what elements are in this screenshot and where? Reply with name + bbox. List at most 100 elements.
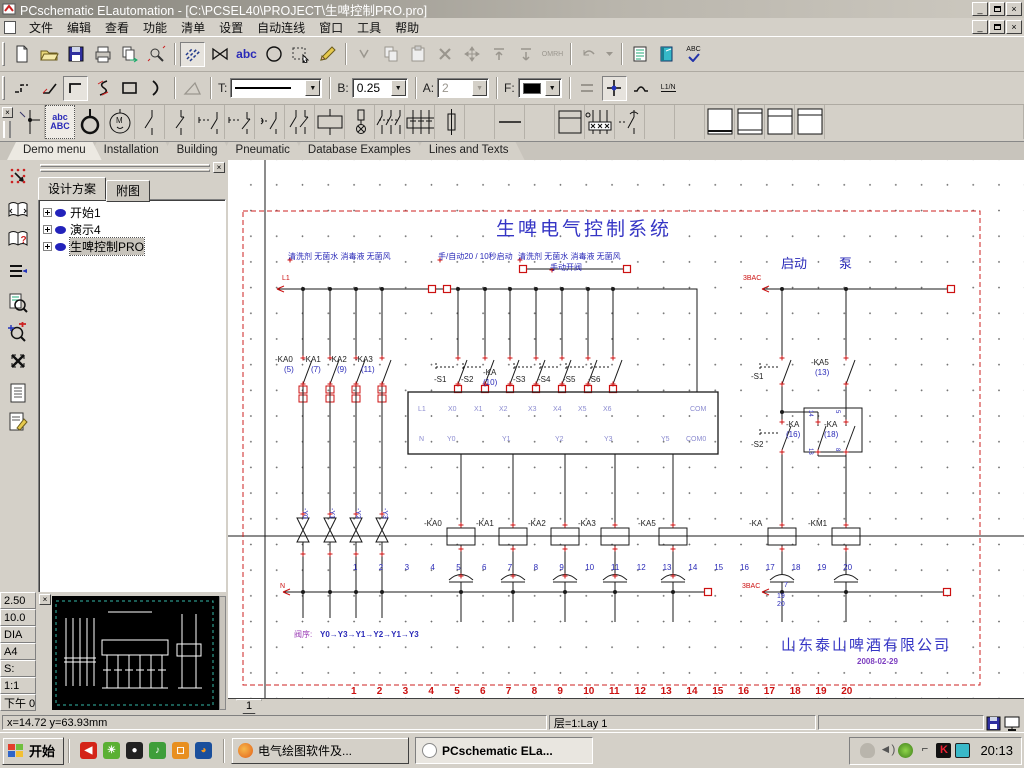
symbol-contact-dashed-nc[interactable] (225, 105, 255, 139)
transfer-up-button[interactable] (486, 41, 511, 67)
media-player-icon[interactable]: ☀ (103, 742, 121, 759)
polyline-tool[interactable] (9, 75, 34, 101)
pan-view-icon[interactable] (4, 348, 32, 374)
tree-row[interactable]: 演示4 (41, 221, 223, 238)
color-dropdown[interactable]: ▼ (544, 80, 560, 96)
symbol-box-double-rule[interactable] (735, 105, 765, 139)
symbol-line[interactable] (495, 105, 525, 139)
line-type-dropdown[interactable]: ▼ (305, 80, 321, 96)
symbol-tab-lines-and-texts[interactable]: Lines and Texts (413, 142, 525, 160)
symbol-slot-empty-4[interactable] (675, 105, 705, 139)
symbol-terminal-block[interactable] (405, 105, 435, 139)
undo-button[interactable] (576, 41, 601, 67)
symbol-tab-installation[interactable]: Installation (88, 142, 175, 160)
symbol-motor[interactable]: M (105, 105, 135, 139)
explorer-tab[interactable]: 设计方案 (38, 177, 107, 200)
insert-point-button[interactable] (351, 41, 376, 67)
setting-cell-1[interactable]: 10.0 (0, 609, 36, 626)
angle-line-tool[interactable] (36, 75, 61, 101)
menu-list-icon[interactable] (4, 258, 32, 284)
symbol-contact-double[interactable] (285, 105, 315, 139)
symbol-slot-empty-3[interactable] (645, 105, 675, 139)
menu-7[interactable]: 窗口 (312, 18, 350, 37)
symbol-tab-pneumatic[interactable]: Pneumatic (220, 142, 306, 160)
tree-row[interactable]: 生啤控制PRO (41, 237, 223, 256)
edit-notes-icon[interactable] (4, 409, 32, 435)
zoom-select-icon[interactable] (4, 319, 32, 345)
angle-select[interactable]: 2 ▼ (437, 78, 490, 98)
preview-close-icon[interactable]: × (39, 594, 51, 605)
explorer-close-icon[interactable]: × (213, 162, 225, 173)
mouse-tray-icon[interactable] (860, 743, 876, 758)
line-width-dropdown[interactable]: ▼ (390, 80, 406, 96)
page-preview[interactable] (52, 596, 220, 710)
thunder-icon[interactable]: ◀ (80, 742, 98, 759)
setting-cell-3[interactable]: A4 (0, 643, 36, 660)
move-button[interactable] (459, 41, 484, 67)
toolbar-grip2[interactable] (2, 76, 5, 100)
palette-close-icon[interactable]: × (2, 107, 13, 118)
symbol-break-contact[interactable] (165, 105, 195, 139)
menu-0[interactable]: 文件 (22, 18, 60, 37)
wire-hop-button[interactable] (628, 75, 654, 101)
symbol-contactor[interactable] (585, 105, 615, 139)
notes-page-icon[interactable] (4, 380, 32, 406)
lines-mode-button[interactable] (180, 41, 205, 67)
firefox-icon[interactable]: ◕ (195, 742, 213, 759)
delete-button[interactable] (432, 41, 457, 67)
setting-cell-4[interactable]: S: (0, 660, 36, 677)
new-document-button[interactable] (9, 41, 34, 67)
rectangle-tool[interactable] (117, 75, 142, 101)
tree-item-label[interactable]: 演示4 (70, 221, 101, 238)
point-grid-icon[interactable] (4, 163, 32, 189)
symbol-relay-coil[interactable] (315, 105, 345, 139)
symbol-slot-empty-2[interactable] (525, 105, 555, 139)
symbol-lamp[interactable] (75, 105, 105, 139)
preview-scrollbar[interactable] (219, 596, 226, 710)
edit-pencil-button[interactable] (315, 41, 340, 67)
text-mode-button[interactable]: abc (234, 41, 259, 67)
symbol-tab-demo-menu[interactable]: Demo menu (7, 142, 102, 160)
paste-button[interactable] (405, 41, 430, 67)
help-book-icon[interactable]: ? (4, 226, 32, 252)
find-symbol-button[interactable] (144, 41, 169, 67)
right-angle-tool[interactable] (63, 75, 88, 101)
setting-cell-6[interactable]: 下午 0 (0, 694, 36, 711)
explorer-tab[interactable]: 附图 (106, 180, 151, 202)
close-button[interactable]: × (1006, 2, 1022, 16)
menu-3[interactable]: 功能 (136, 18, 174, 37)
expand-icon[interactable] (43, 208, 52, 217)
menu-1[interactable]: 编辑 (60, 18, 98, 37)
volume-icon[interactable]: ◄) (879, 743, 895, 758)
tree-row[interactable]: 开始1 (41, 204, 223, 221)
setting-cell-2[interactable]: DIA (0, 626, 36, 643)
menu-9[interactable]: 帮助 (388, 18, 426, 37)
mdi-minimize-button[interactable]: _ (972, 20, 988, 34)
symbol-signal-lamp[interactable] (345, 105, 375, 139)
restore-button[interactable] (989, 2, 1005, 16)
spell-check-button[interactable]: ABC (681, 41, 706, 67)
angle-dropdown[interactable]: ▼ (472, 80, 488, 96)
symbol-text-abc[interactable]: abc ABC (45, 105, 75, 139)
symbol-fuse[interactable] (435, 105, 465, 139)
color-select[interactable]: ▼ (517, 78, 562, 98)
app-icon[interactable] (2, 2, 16, 16)
symbol-make-contact[interactable] (135, 105, 165, 139)
page-browse-icon[interactable] (4, 197, 32, 223)
menu-8[interactable]: 工具 (350, 18, 388, 37)
expand-icon[interactable] (43, 242, 52, 251)
start-button[interactable]: 开始 (2, 736, 65, 765)
page-export-button[interactable] (117, 41, 142, 67)
panel-handle[interactable] (40, 164, 210, 167)
curve-tool[interactable] (90, 75, 115, 101)
symbol-tab-database-examples[interactable]: Database Examples (292, 142, 427, 160)
symbol-box-top-rule2[interactable] (795, 105, 825, 139)
kaspersky-icon[interactable]: K (936, 743, 952, 758)
flashget-icon[interactable]: ◻ (172, 742, 190, 759)
tree-item-label[interactable]: 生啤控制PRO (68, 237, 146, 256)
line-type-select[interactable]: ▼ (230, 78, 323, 98)
area-select-button[interactable] (288, 41, 313, 67)
symbol-box-plain[interactable] (705, 105, 735, 139)
menu-2[interactable]: 查看 (98, 18, 136, 37)
open-folder-button[interactable] (36, 41, 61, 67)
